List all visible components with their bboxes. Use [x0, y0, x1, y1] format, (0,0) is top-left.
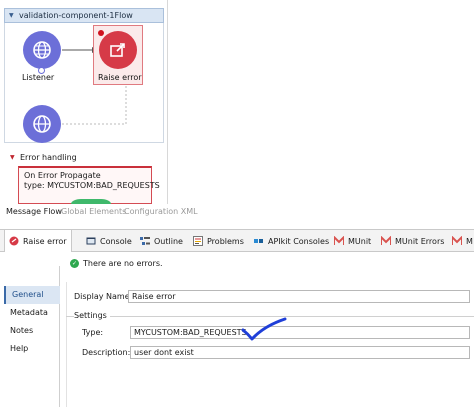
type-label: Type:: [82, 328, 104, 337]
connector-line: [62, 84, 127, 125]
tab-apikit-consoles[interactable]: APIkit Consoles: [254, 230, 329, 252]
side-nav-help[interactable]: Help: [4, 340, 60, 358]
on-error-propagate-title: On Error Propagate: [24, 171, 101, 180]
on-error-propagate-box[interactable]: On Error Propagate type: MYCUSTOM:BAD_RE…: [18, 166, 160, 204]
raise-error-icon: [110, 43, 125, 57]
properties-panel: General Metadata Notes Help ✓ There are …: [0, 252, 474, 407]
apikit-icon: [254, 236, 264, 246]
flow-title: validation-component-1Flow: [19, 11, 133, 20]
breakpoint-dot-icon: [98, 30, 104, 36]
tab-outline[interactable]: Outline: [140, 230, 183, 252]
tab-raise-error[interactable]: Raise error: [4, 230, 72, 252]
side-nav-general[interactable]: General: [4, 286, 60, 304]
raise-error-node[interactable]: [99, 31, 137, 69]
view-tabbar: Raise error Console Outline Problems API…: [0, 229, 474, 252]
display-name-field[interactable]: Raise error: [128, 290, 470, 303]
status-text: There are no errors.: [83, 259, 163, 268]
flow-canvas[interactable]: ▼ validation-component-1Flow Listener Ra…: [0, 0, 168, 204]
raise-error-icon: [9, 236, 19, 246]
separator: [66, 282, 67, 407]
tab-message-flow[interactable]: Message Flow: [6, 207, 62, 216]
tab-apikit-consoles-label: APIkit Consoles: [268, 236, 330, 246]
type-field[interactable]: MYCUSTOM:BAD_REQUESTS: [130, 326, 470, 339]
tab-munit-label: MUnit: [348, 236, 372, 246]
tab-munit-overflow-label: M: [466, 236, 473, 246]
tab-outline-label: Outline: [154, 236, 183, 246]
description-label: Description:: [82, 348, 131, 357]
globe-icon: [33, 115, 51, 133]
tab-munit-errors-label: MUnit Errors: [395, 236, 445, 246]
tab-configuration-xml[interactable]: Configuration XML: [124, 207, 198, 216]
properties-side-nav: General Metadata Notes Help: [4, 266, 60, 407]
settings-title: Settings: [74, 311, 110, 320]
flow-header[interactable]: ▼ validation-component-1Flow: [4, 8, 164, 23]
description-field[interactable]: user dont exist: [130, 346, 470, 359]
munit-icon: [334, 236, 344, 246]
munit-errors-icon: [381, 236, 391, 246]
tab-problems[interactable]: Problems: [193, 230, 244, 252]
raise-error-label: Raise error: [98, 73, 142, 82]
globe-icon: [33, 41, 51, 59]
tab-raise-error-label: Raise error: [23, 236, 67, 246]
secondary-source-node[interactable]: [23, 105, 61, 143]
checkmark-annotation-icon: [241, 317, 287, 341]
side-nav-notes[interactable]: Notes: [4, 322, 60, 340]
error-handling-title: Error handling: [20, 153, 77, 162]
problems-icon: [193, 236, 203, 246]
check-circle-icon: ✓: [70, 259, 79, 268]
listener-node[interactable]: [23, 31, 61, 69]
tab-munit-overflow[interactable]: M: [452, 230, 473, 252]
error-handling-header[interactable]: ▼ Error handling: [8, 151, 164, 165]
display-name-label: Display Name:: [74, 292, 133, 301]
tab-munit-errors[interactable]: MUnit Errors: [381, 230, 444, 252]
tab-munit[interactable]: MUnit: [334, 230, 371, 252]
console-icon: [86, 236, 96, 246]
tab-console-label: Console: [100, 236, 132, 246]
editor-tabs: Message Flow Global Elements Configurati…: [0, 204, 474, 219]
tab-console[interactable]: Console: [86, 230, 132, 252]
status-line: ✓ There are no errors.: [70, 259, 163, 268]
munit-icon: [452, 236, 462, 246]
on-error-propagate-type: type: MYCUSTOM:BAD_REQUESTS: [24, 181, 160, 190]
collapse-arrow-icon[interactable]: ▼: [10, 154, 15, 161]
tab-problems-label: Problems: [207, 236, 244, 246]
collapse-arrow-icon[interactable]: ▼: [9, 12, 14, 19]
outline-icon: [140, 236, 150, 246]
tab-global-elements[interactable]: Global Elements: [61, 207, 126, 216]
side-nav-metadata[interactable]: Metadata: [4, 304, 60, 322]
listener-label: Listener: [22, 73, 55, 82]
